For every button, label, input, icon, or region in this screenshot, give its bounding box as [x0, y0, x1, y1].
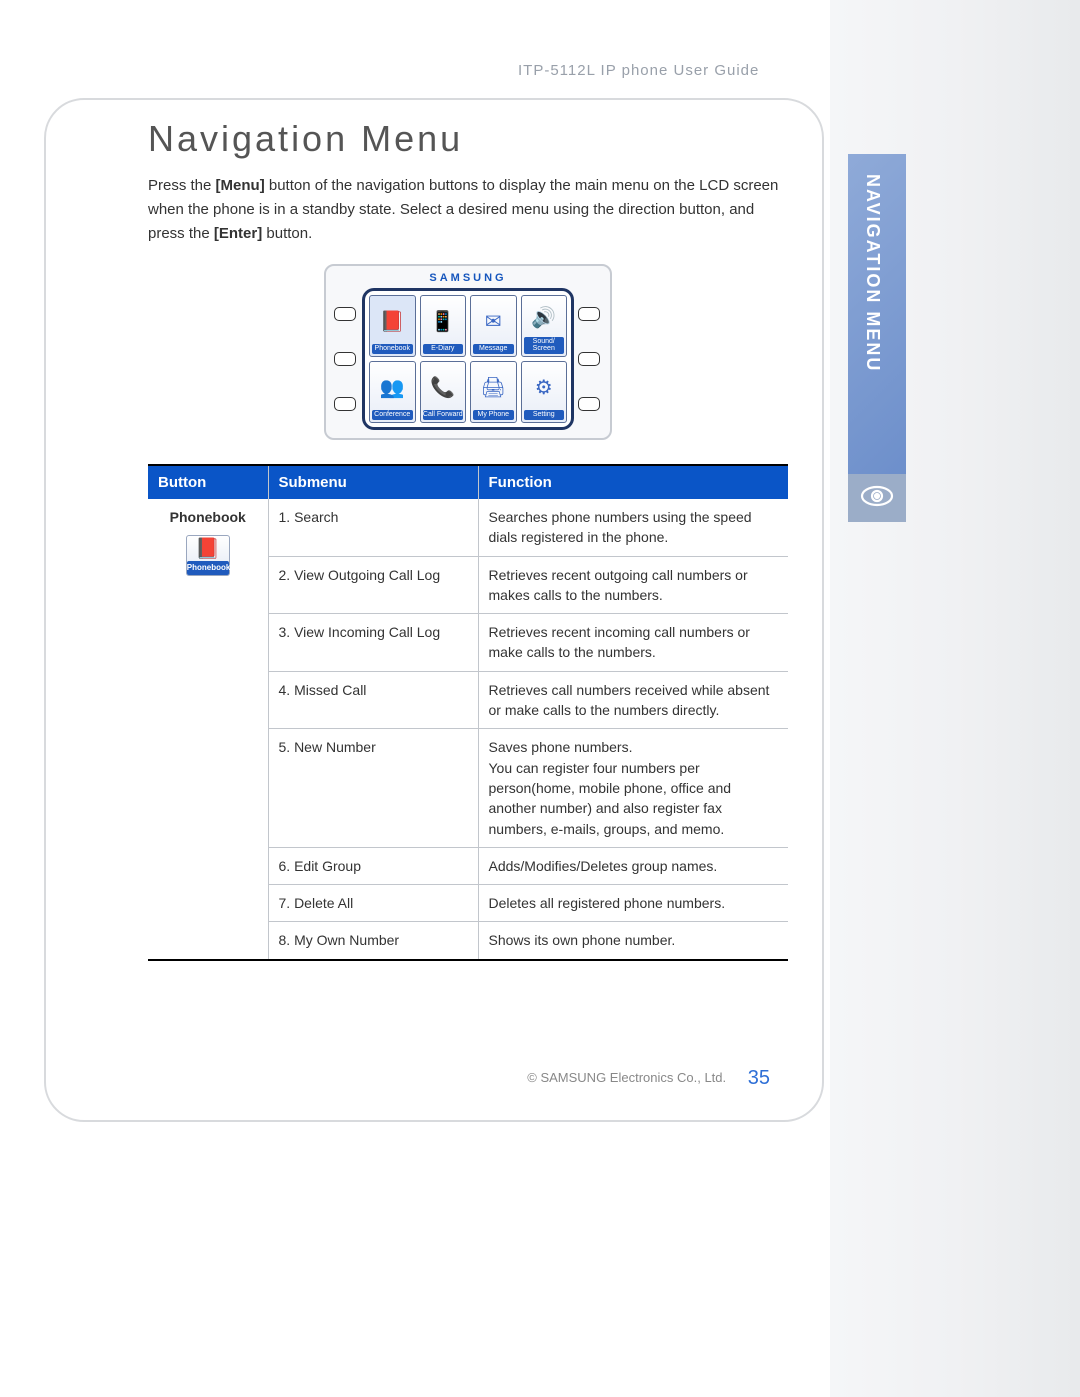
intro-paragraph: Press the [Menu] button of the navigatio… — [148, 174, 788, 246]
page-footer: © SAMSUNG Electronics Co., Ltd. 35 — [46, 1067, 822, 1090]
softkey-icon — [334, 307, 356, 321]
button-icon-label: Phonebook — [187, 561, 229, 575]
table-function-cell: Retrieves recent outgoing call numbers o… — [478, 556, 788, 614]
button-icon-tile: 📕 Phonebook — [186, 535, 230, 576]
page-content: Navigation Menu Press the [Menu] button … — [148, 118, 788, 961]
table-submenu-cell: 1. Search — [268, 499, 478, 556]
table-submenu-cell: 2. View Outgoing Call Log — [268, 556, 478, 614]
table-header-button: Button — [148, 465, 268, 499]
menu-cell-label: E-Diary — [423, 344, 464, 354]
page-title: Navigation Menu — [148, 118, 788, 160]
table-submenu-cell: 5. New Number — [268, 729, 478, 847]
message-icon: ✉ — [485, 298, 502, 344]
phone-lcd-figure: SAMSUNG 📕Phonebook 📱E-Diary ✉Message 🔊So… — [324, 264, 612, 440]
table-function-cell: Adds/Modifies/Deletes group names. — [478, 847, 788, 884]
table-submenu-cell: 8. My Own Number — [268, 922, 478, 960]
softkey-icon — [578, 307, 600, 321]
intro-bold-enter: [Enter] — [214, 225, 262, 242]
table-function-cell: Deletes all registered phone numbers. — [478, 885, 788, 922]
myphone-icon: 🖨 — [481, 364, 506, 410]
table-submenu-cell: 4. Missed Call — [268, 671, 478, 729]
softkey-icon — [334, 397, 356, 411]
softkey-icon — [578, 352, 600, 366]
intro-bold-menu: [Menu] — [216, 177, 265, 194]
side-rail-label: NAVIGATION MENU — [862, 174, 883, 372]
table-function-cell: Saves phone numbers. You can register fo… — [478, 729, 788, 847]
menu-cell-label: Phonebook — [372, 344, 413, 354]
side-rail-icon-box — [848, 474, 906, 522]
table-function-cell: Searches phone numbers using the speed d… — [478, 499, 788, 556]
menu-cell-phonebook: 📕Phonebook — [369, 295, 416, 357]
phonebook-icon: 📕 — [187, 539, 229, 559]
menu-cell-ediary: 📱E-Diary — [420, 295, 467, 357]
table-submenu-cell: 7. Delete All — [268, 885, 478, 922]
menu-cell-label: Message — [473, 344, 514, 354]
sound-icon: 🔊 — [531, 298, 556, 337]
figure-brand-label: SAMSUNG — [334, 272, 602, 284]
softkey-icon — [578, 397, 600, 411]
callforward-icon: 📞 — [430, 364, 455, 410]
setting-icon: ⚙ — [535, 364, 553, 410]
menu-cell-callforward: 📞Call Forward — [420, 361, 467, 423]
submenu-table: Button Submenu Function Phonebook 📕 Phon… — [148, 464, 788, 961]
table-header-submenu: Submenu — [268, 465, 478, 499]
side-rail: NAVIGATION MENU — [830, 0, 1080, 1397]
conference-icon: 👥 — [380, 364, 405, 410]
table-submenu-cell: 6. Edit Group — [268, 847, 478, 884]
figure-right-keys — [578, 288, 602, 430]
menu-cell-label: Sound/ Screen — [524, 337, 565, 354]
menu-cell-myphone: 🖨My Phone — [470, 361, 517, 423]
eye-icon — [859, 478, 895, 519]
intro-text: Press the — [148, 177, 216, 194]
page-number: 35 — [748, 1067, 770, 1089]
intro-text: button. — [262, 225, 312, 242]
table-function-cell: Retrieves recent incoming call numbers o… — [478, 614, 788, 672]
menu-cell-label: Conference — [372, 410, 413, 420]
ediary-icon: 📱 — [430, 298, 455, 344]
table-submenu-cell: 3. View Incoming Call Log — [268, 614, 478, 672]
menu-cell-conference: 👥Conference — [369, 361, 416, 423]
table-function-cell: Shows its own phone number. — [478, 922, 788, 960]
menu-cell-setting: ⚙Setting — [521, 361, 568, 423]
menu-cell-label: Setting — [524, 410, 565, 420]
copyright-text: © SAMSUNG Electronics Co., Ltd. — [527, 1070, 726, 1085]
menu-cell-sound: 🔊Sound/ Screen — [521, 295, 568, 357]
menu-cell-message: ✉Message — [470, 295, 517, 357]
button-group-label: Phonebook — [170, 509, 246, 525]
phonebook-icon: 📕 — [380, 298, 405, 344]
softkey-icon — [334, 352, 356, 366]
figure-left-keys — [334, 288, 358, 430]
table-button-cell: Phonebook 📕 Phonebook — [148, 499, 268, 960]
menu-cell-label: Call Forward — [423, 410, 464, 420]
table-header-function: Function — [478, 465, 788, 499]
menu-cell-label: My Phone — [473, 410, 514, 420]
table-function-cell: Retrieves call numbers received while ab… — [478, 671, 788, 729]
document-header: ITP-5112L IP phone User Guide — [518, 62, 759, 79]
figure-screen-grid: 📕Phonebook 📱E-Diary ✉Message 🔊Sound/ Scr… — [362, 288, 574, 430]
